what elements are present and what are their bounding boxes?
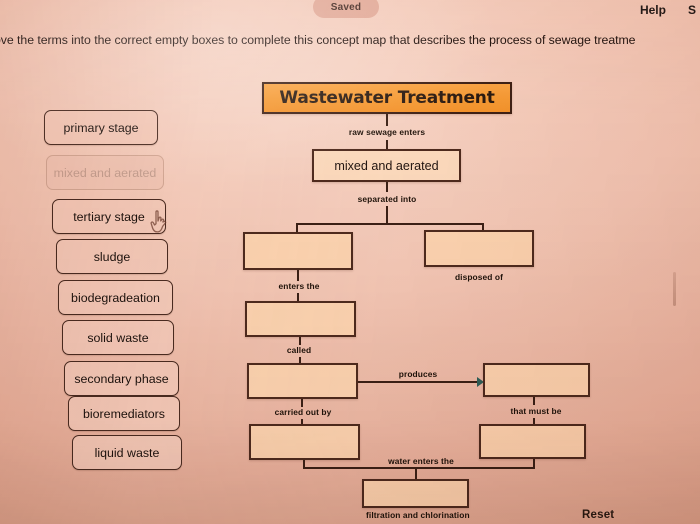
term-mixed-and-aerated[interactable]: mixed and aerated: [46, 155, 164, 190]
edge-label-produces: produces: [398, 369, 438, 379]
term-primary-stage[interactable]: primary stage: [44, 110, 158, 145]
edge-label-called: called: [286, 345, 312, 355]
edge-label-filtration-and-chlorination: filtration and chlorination: [366, 510, 470, 520]
map-title-text: Wastewater Treatment: [279, 88, 495, 108]
edge-label-water-enters-the: water enters the: [388, 456, 454, 466]
drop-slot-7[interactable]: [479, 424, 586, 459]
term-bioremediators[interactable]: bioremediators: [68, 396, 180, 431]
drop-slot-2[interactable]: [424, 230, 534, 267]
drop-slot-6[interactable]: [249, 424, 360, 460]
term-label: liquid waste: [94, 445, 160, 460]
screen-photo: Saved Help S ove the terms into the corr…: [0, 0, 700, 524]
term-liquid-waste[interactable]: liquid waste: [72, 435, 182, 470]
term-solid-waste[interactable]: solid waste: [62, 320, 174, 355]
instruction-text: ove the terms into the correct empty box…: [0, 33, 636, 47]
term-label: bioremediators: [83, 406, 165, 421]
drop-slot-8[interactable]: [362, 479, 469, 508]
edge-label-enters-the: enters the: [278, 281, 320, 291]
connector-slot1-to-label: [297, 270, 299, 281]
term-label: biodegradeation: [71, 290, 160, 305]
term-label: secondary phase: [74, 371, 169, 386]
save-button[interactable]: S: [688, 3, 696, 17]
term-label: solid waste: [87, 330, 149, 345]
saved-badge: Saved: [313, 0, 379, 18]
edge-label-disposed-of: disposed of: [454, 272, 504, 282]
term-label: primary stage: [63, 120, 139, 135]
connector-title-to-step1: [386, 114, 388, 126]
connector-slot5-to-label: [533, 397, 535, 405]
connector-produces: [358, 381, 478, 383]
top-right-actions: Help S: [640, 0, 700, 20]
connector-split-bus: [296, 223, 484, 225]
connector-step1-to-split-label: [386, 182, 388, 192]
term-tertiary-stage[interactable]: tertiary stage: [52, 199, 166, 234]
term-label: tertiary stage: [73, 209, 145, 224]
edge-label-raw-sewage-enters: raw sewage enters: [348, 127, 426, 137]
term-label: mixed and aerated: [53, 165, 157, 180]
drop-slot-1[interactable]: [243, 232, 353, 270]
help-button[interactable]: Help: [640, 3, 666, 17]
drop-slot-4[interactable]: [247, 363, 358, 399]
map-title-node: Wastewater Treatment: [262, 82, 512, 114]
node-mixed-and-aerated: mixed and aerated: [312, 149, 461, 182]
drop-slot-5[interactable]: [483, 363, 590, 397]
connector-slot4-to-label: [301, 399, 303, 407]
term-sludge[interactable]: sludge: [56, 239, 168, 274]
edge-label-separated-into: separated into: [357, 194, 417, 204]
connector-merge-bus: [303, 467, 535, 469]
term-biodegradeation[interactable]: biodegradeation: [58, 280, 173, 315]
edge-label-carried-out-by: carried out by: [274, 407, 332, 417]
node-text: mixed and aerated: [334, 158, 439, 173]
connector-label-to-step1: [386, 140, 388, 149]
reset-button[interactable]: Reset: [582, 509, 614, 521]
edge-label-that-must-be: that must be: [510, 406, 562, 416]
screen-edge-artifact: [673, 272, 676, 306]
connector-slot3-to-label: [299, 337, 301, 345]
term-secondary-phase[interactable]: secondary phase: [64, 361, 179, 396]
term-label: sludge: [93, 249, 131, 264]
drop-slot-3[interactable]: [245, 301, 356, 337]
connector-split-stem: [386, 206, 388, 224]
